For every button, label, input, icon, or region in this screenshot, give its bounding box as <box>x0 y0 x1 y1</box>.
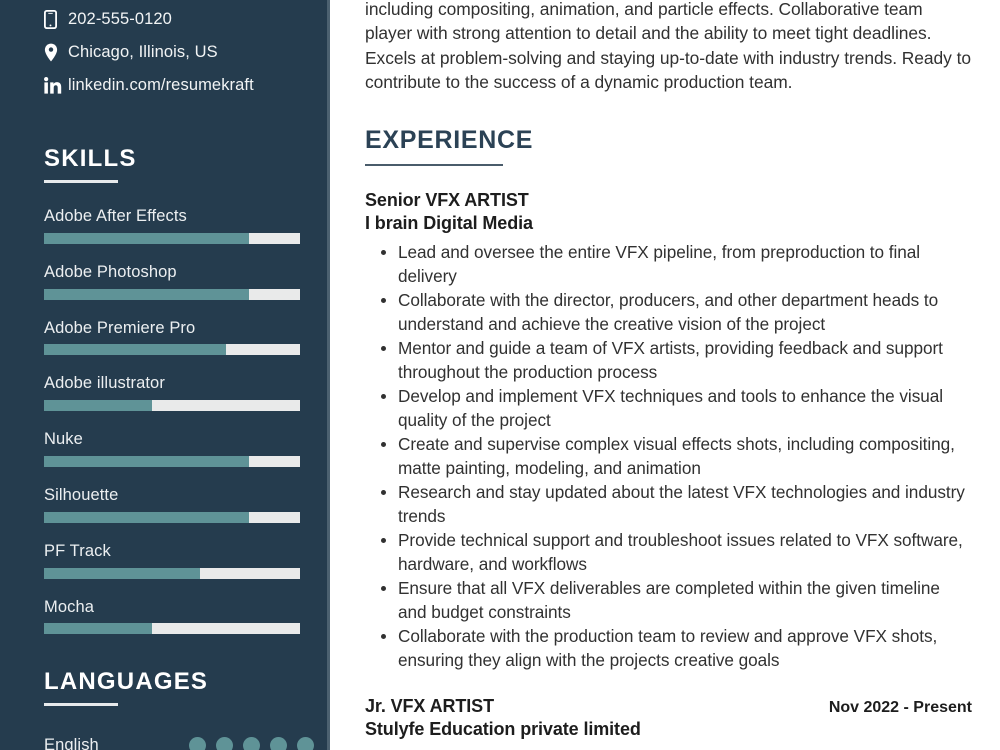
languages-list: EnglishFrench <box>44 730 314 750</box>
skill-level-track <box>44 232 300 244</box>
skills-section: SKILLS Adobe After Effects Adobe Photosho… <box>44 145 300 635</box>
job-bullet: Provide technical support and troublesho… <box>365 528 972 576</box>
main-content: including compositing, animation, and pa… <box>330 0 1000 750</box>
skill-item: Adobe illustrator <box>44 374 300 412</box>
job-bullet: Mentor and guide a team of VFX artists, … <box>365 336 972 384</box>
linkedin-icon <box>44 77 68 94</box>
skill-item: Mocha <box>44 598 300 635</box>
job-company: Stulyfe Education private limited <box>365 719 641 740</box>
job-bullet-list: Lead and oversee the entire VFX pipeline… <box>365 240 972 672</box>
languages-heading-rule <box>44 703 118 707</box>
job-header-row: Jr. VFX ARTIST Nov 2022 - Present <box>365 696 972 717</box>
job-date-range: Nov 2022 - Present <box>828 699 972 717</box>
contact-linkedin-text: linkedin.com/resumekraft <box>68 76 254 94</box>
job-bullet: Lead and oversee the entire VFX pipeline… <box>365 240 972 288</box>
rating-dot-filled <box>297 736 314 750</box>
skill-item: Adobe Photoshop <box>44 263 300 300</box>
skill-item: Adobe After Effects <box>44 207 300 244</box>
rating-dot-filled <box>243 736 260 750</box>
job-description: Creating visual effects and animations u… <box>365 746 972 750</box>
languages-section: LANGUAGES EnglishFrench <box>44 668 314 750</box>
skill-level-fill <box>44 288 249 300</box>
skill-level-fill <box>44 567 201 579</box>
skill-name: Adobe After Effects <box>44 207 187 225</box>
skill-name: Silhouette <box>44 485 119 504</box>
skill-level-track <box>44 623 300 635</box>
experience-heading-block: EXPERIENCE <box>365 126 972 167</box>
experience-heading-rule <box>365 164 503 167</box>
skills-heading-rule <box>44 180 118 183</box>
skill-level-fill <box>44 455 249 467</box>
skill-level-track <box>44 567 300 579</box>
skill-level-fill <box>44 511 249 523</box>
contact-item-phone: 202-555-0120 <box>44 3 300 36</box>
skill-level-fill <box>44 623 152 635</box>
job-title: Jr. VFX ARTIST <box>365 696 494 717</box>
job-title: Senior VFX ARTIST <box>365 190 529 211</box>
skill-name: Nuke <box>44 430 83 449</box>
job-bullet: Ensure that all VFX deliverables are com… <box>365 576 972 624</box>
contact-phone-text: 202-555-0120 <box>68 10 172 28</box>
contact-item-linkedin[interactable]: linkedin.com/resumekraft <box>44 69 300 102</box>
skill-level-track <box>44 400 300 412</box>
rating-dot-filled <box>270 736 287 750</box>
location-pin-icon <box>44 43 68 62</box>
contact-location-text: Chicago, Illinois, US <box>68 43 218 61</box>
skill-name: PF Track <box>44 541 111 560</box>
experience-jobs-list: Senior VFX ARTIST I brain Digital Media Le… <box>365 190 972 750</box>
language-rating-dots <box>189 736 314 750</box>
skill-level-track <box>44 511 300 523</box>
profile-summary-text: including compositing, animation, and pa… <box>365 0 971 92</box>
job-header-row: Senior VFX ARTIST <box>365 190 972 211</box>
skill-level-fill <box>44 344 226 356</box>
skills-heading: SKILLS <box>44 145 137 172</box>
resume-page: 202-555-0120 Chicago, Illinois, US linke… <box>0 0 1000 750</box>
job-bullet: Develop and implement VFX techniques and… <box>365 384 972 432</box>
job-bullet: Collaborate with the director, producers… <box>365 288 972 336</box>
sidebar: 202-555-0120 Chicago, Illinois, US linke… <box>0 0 330 750</box>
skill-item: PF Track <box>44 542 300 579</box>
skill-level-track <box>44 288 300 300</box>
skill-item: Silhouette <box>44 486 300 523</box>
skill-name: Adobe Photoshop <box>44 262 177 281</box>
skill-level-fill <box>44 400 152 412</box>
skill-name: Mocha <box>44 597 95 616</box>
rating-dot-filled <box>216 736 233 750</box>
skill-name: Adobe illustrator <box>44 374 165 393</box>
experience-job: Jr. VFX ARTIST Nov 2022 - Present Stulyfe … <box>365 696 972 750</box>
languages-heading: LANGUAGES <box>44 668 209 696</box>
skill-item: Adobe Premiere Pro <box>44 319 300 356</box>
phone-icon <box>44 10 68 29</box>
language-name: English <box>44 735 99 750</box>
skill-level-fill <box>44 232 249 244</box>
skill-name: Adobe Premiere Pro <box>44 318 196 337</box>
job-bullet: Research and stay updated about the late… <box>365 480 972 528</box>
rating-dot-filled <box>189 736 206 750</box>
skill-item: Nuke <box>44 430 300 467</box>
job-bullet: Create and supervise complex visual effe… <box>365 432 972 480</box>
skill-level-track <box>44 455 300 467</box>
contact-list: 202-555-0120 Chicago, Illinois, US linke… <box>44 0 300 102</box>
job-bullet: Collaborate with the production team to … <box>365 624 972 672</box>
skill-level-track <box>44 344 300 356</box>
job-company: I brain Digital Media <box>365 213 533 234</box>
skills-list: Adobe After Effects Adobe Photoshop Adobe … <box>44 207 300 635</box>
experience-heading: EXPERIENCE <box>365 126 534 155</box>
language-item: English <box>44 730 314 750</box>
experience-job: Senior VFX ARTIST I brain Digital Media Le… <box>365 190 972 672</box>
contact-item-location: Chicago, Illinois, US <box>44 36 300 69</box>
